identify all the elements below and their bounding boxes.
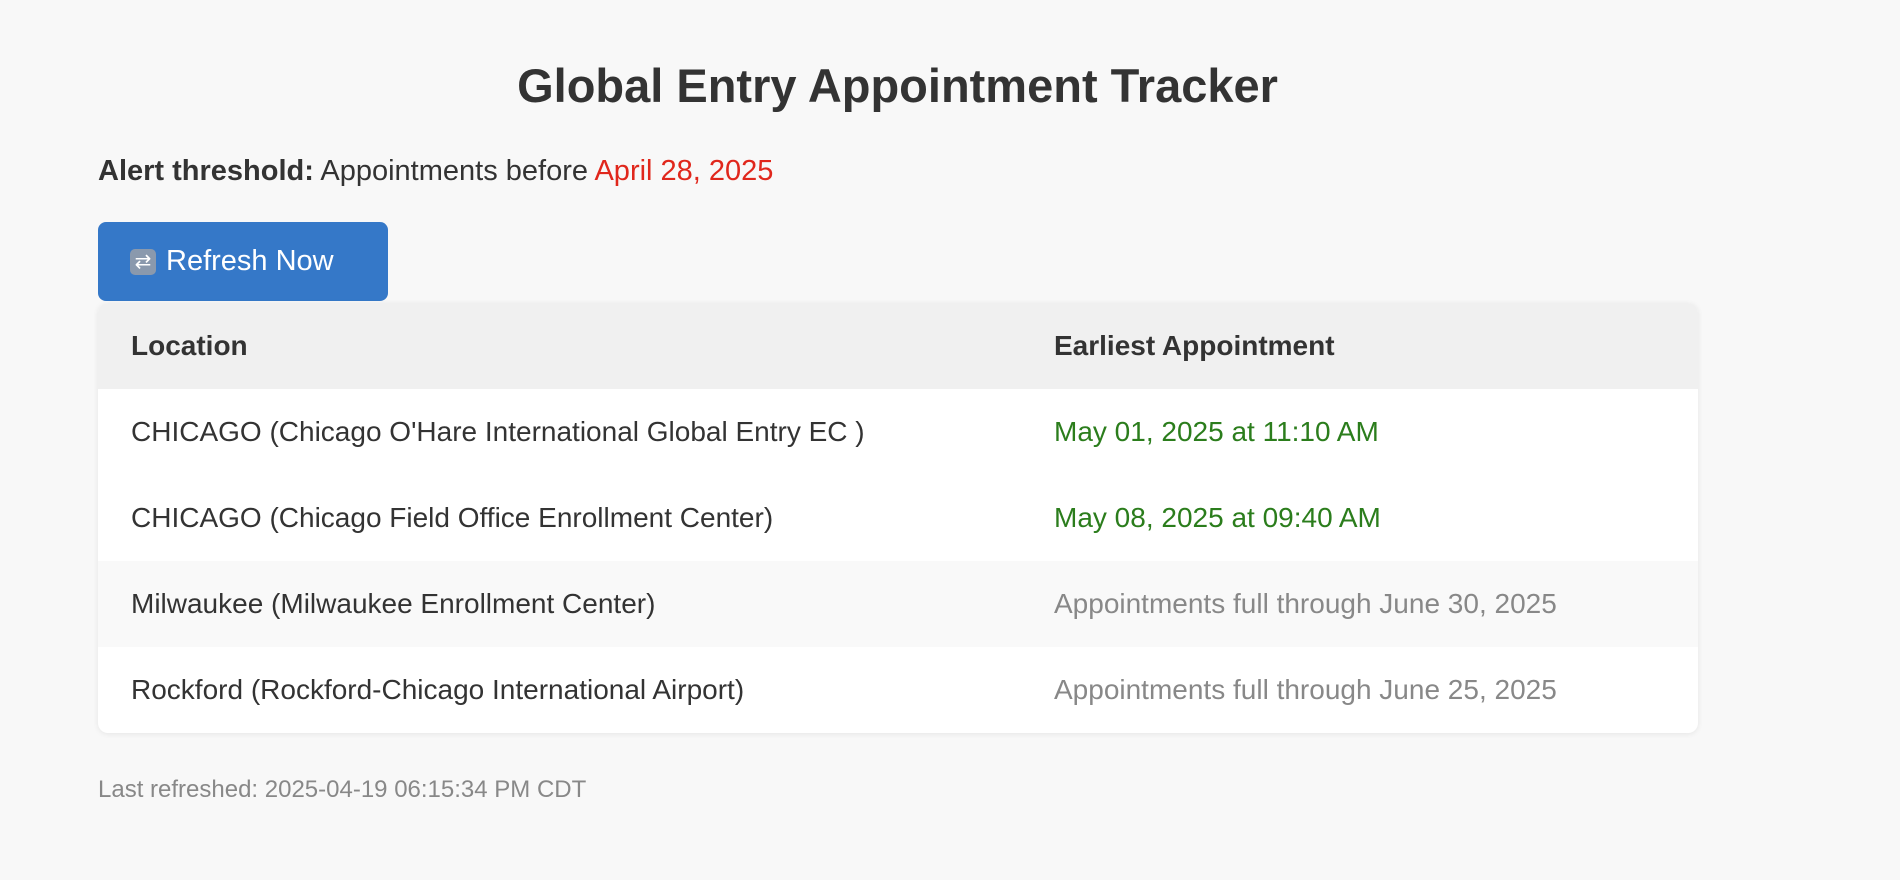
alert-label: Alert threshold:: [98, 155, 314, 187]
refresh-label: Refresh Now: [166, 245, 334, 277]
header-location: Location: [131, 330, 248, 361]
location-cell: Milwaukee (Milwaukee Enrollment Center): [131, 588, 656, 619]
table-row: Rockford (Rockford-Chicago International…: [98, 647, 1698, 733]
table-row: CHICAGO (Chicago Field Office Enrollment…: [98, 475, 1698, 561]
table-row: Milwaukee (Milwaukee Enrollment Center) …: [98, 561, 1698, 647]
table-row: CHICAGO (Chicago O'Hare International Gl…: [98, 389, 1698, 475]
location-cell: CHICAGO (Chicago O'Hare International Gl…: [131, 416, 865, 447]
alert-date: April 28, 2025: [594, 155, 774, 187]
appointment-cell: Appointments full through June 25, 2025: [1054, 674, 1557, 705]
alert-text: Appointments before: [320, 155, 588, 187]
appointment-cell: May 01, 2025 at 11:10 AM: [1054, 416, 1379, 447]
appointments-table: Location Earliest Appointment CHICAGO (C…: [98, 303, 1698, 733]
location-cell: Rockford (Rockford-Chicago International…: [131, 674, 745, 705]
repeat-icon: ⇄: [130, 248, 156, 275]
alert-threshold: Alert threshold: Appointments before Apr…: [98, 155, 773, 188]
appointment-cell: May 08, 2025 at 09:40 AM: [1054, 502, 1381, 533]
refresh-now-button[interactable]: ⇄ Refresh Now: [98, 222, 388, 301]
header-earliest-appointment: Earliest Appointment: [1054, 330, 1335, 361]
page-title: Global Entry Appointment Tracker: [517, 59, 1278, 112]
table-header: Location Earliest Appointment: [98, 303, 1698, 389]
appointment-cell: Appointments full through June 30, 2025: [1054, 588, 1557, 619]
last-refreshed: Last refreshed: 2025-04-19 06:15:34 PM C…: [98, 776, 587, 803]
location-cell: CHICAGO (Chicago Field Office Enrollment…: [131, 502, 774, 533]
